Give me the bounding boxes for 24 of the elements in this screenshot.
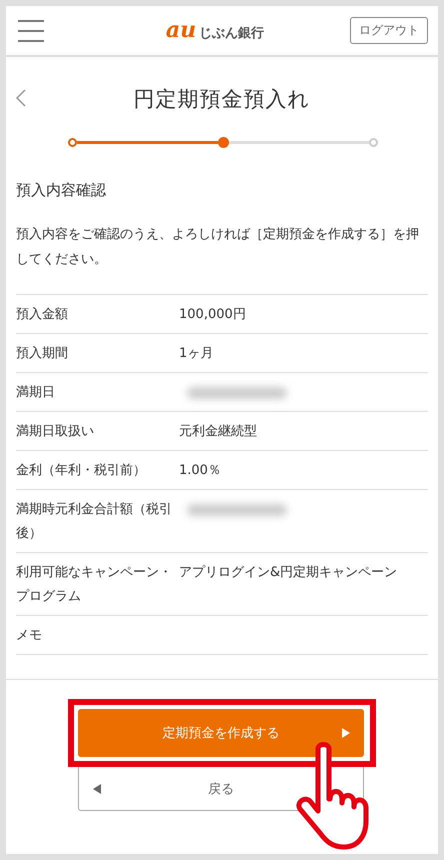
- logo-text: じぶん銀行: [199, 25, 264, 42]
- left-triangle-icon: [93, 784, 101, 794]
- back-chevron-icon[interactable]: [16, 89, 26, 107]
- row-label: メモ: [16, 627, 43, 645]
- logout-button[interactable]: ログアウト: [350, 17, 428, 44]
- row-value: 1ヶ月: [179, 345, 214, 363]
- row-value: 1.00％: [179, 462, 222, 480]
- instruction-text: 預入内容をご確認のうえ、よろしければ［定期預金を作成する］を押してください。: [16, 226, 420, 269]
- row-label: 満期日: [16, 384, 56, 402]
- create-deposit-button[interactable]: 定期預金を作成する: [78, 709, 364, 757]
- logo-mark: au: [166, 19, 196, 41]
- row-label: 利用可能なキャンペーン・プログラム: [16, 564, 173, 606]
- row-label: 預入金額: [16, 306, 69, 324]
- menu-icon[interactable]: [18, 18, 44, 42]
- page-title: 円定期預金預入れ: [134, 86, 310, 113]
- row-value: 100,000円: [179, 306, 247, 324]
- row-label: 金利（年利・税引前）: [16, 462, 147, 480]
- row-value: 元利金継続型: [179, 423, 258, 441]
- row-value: アプリログイン&円定期キャンペーン: [179, 564, 398, 582]
- section-heading: 預入内容確認: [16, 181, 107, 200]
- row-label: 預入期間: [16, 345, 69, 363]
- row-label: 満期日取扱い: [16, 423, 95, 441]
- row-label: 満期時元利金合計額（税引後）: [16, 501, 173, 543]
- play-triangle-icon: [342, 728, 350, 738]
